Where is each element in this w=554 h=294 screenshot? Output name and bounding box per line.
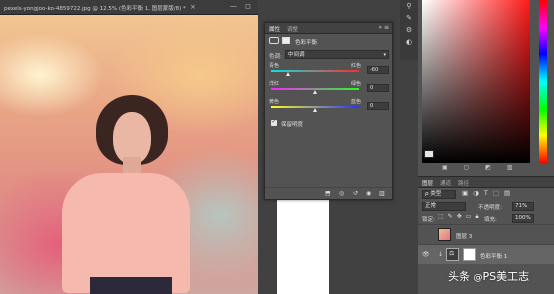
settings-icon[interactable]: ⚙: [400, 24, 418, 36]
document-title: pexels-yongjoo-ko-4859722.jpg @ 12.5% (色…: [4, 6, 186, 12]
visibility-icon[interactable]: ◉: [366, 190, 371, 197]
mask-icon[interactable]: [282, 37, 290, 44]
view-previous-icon[interactable]: ◎: [339, 190, 344, 197]
tone-label: 色调:: [269, 54, 282, 60]
opacity-input[interactable]: 71%: [512, 202, 534, 211]
brush-icon[interactable]: ✎: [400, 12, 418, 24]
properties-footer: ⬒ ◎ ↺ ◉ ▥: [265, 187, 392, 199]
tone-row: 色调: 中间调 ▾: [265, 49, 392, 61]
lock-pixels-icon[interactable]: ⬚: [438, 213, 448, 220]
cyan-red-slider[interactable]: 青色 红色 -60: [265, 61, 392, 79]
clip-icon[interactable]: ⬒: [325, 190, 331, 197]
watermark-prefix: 头条: [448, 270, 470, 283]
close-icon[interactable]: ×: [190, 3, 196, 11]
slider-value[interactable]: -60: [367, 66, 389, 74]
yellow-blue-slider[interactable]: 黄色 蓝色 0: [265, 97, 392, 115]
blend-row: 正常 不透明度: 71%: [418, 200, 554, 212]
shape-filter-icon[interactable]: ⬚: [493, 189, 504, 197]
layer-mask-thumbnail[interactable]: [463, 248, 476, 261]
lock-icons: ⬚✎✥▭🔒︎: [438, 213, 483, 221]
layer-row[interactable]: 👁︎ ↓ ⚖ 色彩平衡 1: [418, 244, 554, 264]
filter-icons: ▣◑T⬚▤: [462, 189, 515, 197]
tab-paths[interactable]: 路径: [458, 179, 469, 187]
slider-value[interactable]: 0: [367, 102, 389, 110]
tab-adjustments[interactable]: 调整: [287, 25, 298, 33]
document-window: pexels-yongjoo-ko-4859722.jpg @ 12.5% (色…: [0, 0, 258, 294]
color-panel: ▣ ▢ ◩ ▥: [418, 0, 554, 175]
fill-label: 填充:: [484, 217, 497, 223]
current-color-swatch[interactable]: [424, 150, 434, 158]
trash-icon[interactable]: ▥: [379, 190, 385, 197]
watermark: 头条 @PS美工志: [448, 268, 529, 284]
eye-icon[interactable]: 👁︎: [422, 251, 430, 258]
adjustment-name: 色彩平衡: [295, 40, 318, 46]
window-controls[interactable]: — ◻: [230, 2, 254, 10]
preserve-luminosity-checkbox[interactable]: [271, 118, 277, 126]
canvas-photo[interactable]: [0, 15, 258, 294]
tone-select[interactable]: 中间调 ▾: [285, 50, 389, 59]
slider-right-label: 绿色: [351, 81, 362, 87]
document-tab[interactable]: pexels-yongjoo-ko-4859722.jpg @ 12.5% (色…: [0, 0, 258, 15]
fill-input[interactable]: 100%: [512, 214, 534, 223]
tab-channels[interactable]: 通道: [440, 179, 451, 187]
photo-shirt: [62, 173, 190, 293]
lock-row: 锁定: ⬚✎✥▭🔒︎ 填充: 100%: [418, 212, 554, 224]
layer-name: 图层 3: [456, 234, 473, 240]
layer-row[interactable]: 图层 3: [418, 224, 554, 244]
photo-pants: [90, 277, 172, 294]
watermark-name: PS美工志: [482, 270, 530, 283]
properties-tabs: 属性 调整 » ≡: [265, 23, 392, 34]
image-filter-icon[interactable]: ▣: [462, 189, 473, 197]
slider-track[interactable]: [271, 70, 359, 72]
swatch-icons: ▣ ▢ ◩ ▥: [442, 164, 520, 171]
watermark-at: @: [473, 273, 483, 283]
preserve-luminosity-label: 保留明度: [281, 122, 304, 128]
blend-mode-select[interactable]: 正常: [422, 202, 466, 211]
second-canvas: [277, 200, 329, 294]
adjust-icon[interactable]: ⚲: [400, 0, 418, 12]
slider-left-label: 青色: [269, 63, 280, 69]
tone-value: 中间调: [288, 52, 305, 58]
preserve-luminosity-row: 保留明度: [265, 117, 392, 129]
color-sliders: 青色 红色 -60 洋红 绿色 0 黄色 蓝色 0: [265, 61, 392, 115]
collapse-icon[interactable]: »: [378, 24, 382, 31]
layer-thumbnail: [438, 228, 451, 241]
slider-left-label: 黄色: [269, 99, 280, 105]
lock-label: 锁定:: [422, 217, 435, 223]
tab-properties[interactable]: 属性: [269, 25, 280, 33]
kind-select[interactable]: ρ 类型: [422, 190, 456, 199]
opacity-label: 不透明度:: [478, 205, 502, 211]
slider-thumb[interactable]: [312, 90, 317, 94]
smart-filter-icon[interactable]: ▤: [504, 189, 515, 197]
magenta-green-slider[interactable]: 洋红 绿色 0: [265, 79, 392, 97]
type-filter-icon[interactable]: T: [484, 189, 493, 197]
reset-icon[interactable]: ↺: [353, 190, 358, 197]
tab-layers[interactable]: 图层: [422, 179, 433, 187]
lock-all-icon[interactable]: 🔒︎: [475, 213, 482, 220]
filter-row: ρ 类型 ▣◑T⬚▤: [418, 188, 554, 200]
lock-artboard-icon[interactable]: ▭: [466, 213, 476, 220]
slider-left-label: 洋红: [269, 81, 280, 87]
chevron-down-icon: ▾: [383, 52, 386, 58]
color-field[interactable]: [422, 0, 530, 163]
hue-slider[interactable]: [539, 0, 547, 163]
slider-value[interactable]: 0: [367, 84, 389, 92]
properties-panel: 属性 调整 » ≡ 色彩平衡 色调: 中间调 ▾ 青色 红色 -60 洋红 绿色…: [264, 22, 393, 200]
layers-tabs: 图层 通道 路径: [418, 177, 554, 188]
slider-thumb[interactable]: [312, 108, 317, 112]
right-tool-strip: ⚲ ✎ ⚙ ◐: [400, 0, 418, 60]
adjustment-header: 色彩平衡: [265, 34, 392, 48]
color-icon[interactable]: ◐: [400, 36, 418, 48]
slider-thumb[interactable]: [286, 72, 291, 76]
color-balance-icon[interactable]: [269, 37, 279, 44]
layer-name: 色彩平衡 1: [480, 254, 508, 260]
slider-right-label: 红色: [351, 63, 362, 69]
panel-menu-icon[interactable]: ≡: [384, 24, 389, 31]
slider-right-label: 蓝色: [351, 99, 362, 105]
clipping-arrow-icon: ↓: [438, 251, 444, 258]
color-balance-icon: ⚖: [449, 250, 455, 257]
adjustment-filter-icon[interactable]: ◑: [473, 189, 484, 197]
lock-move-icon[interactable]: ✥: [457, 213, 466, 220]
lock-paint-icon[interactable]: ✎: [448, 213, 457, 220]
